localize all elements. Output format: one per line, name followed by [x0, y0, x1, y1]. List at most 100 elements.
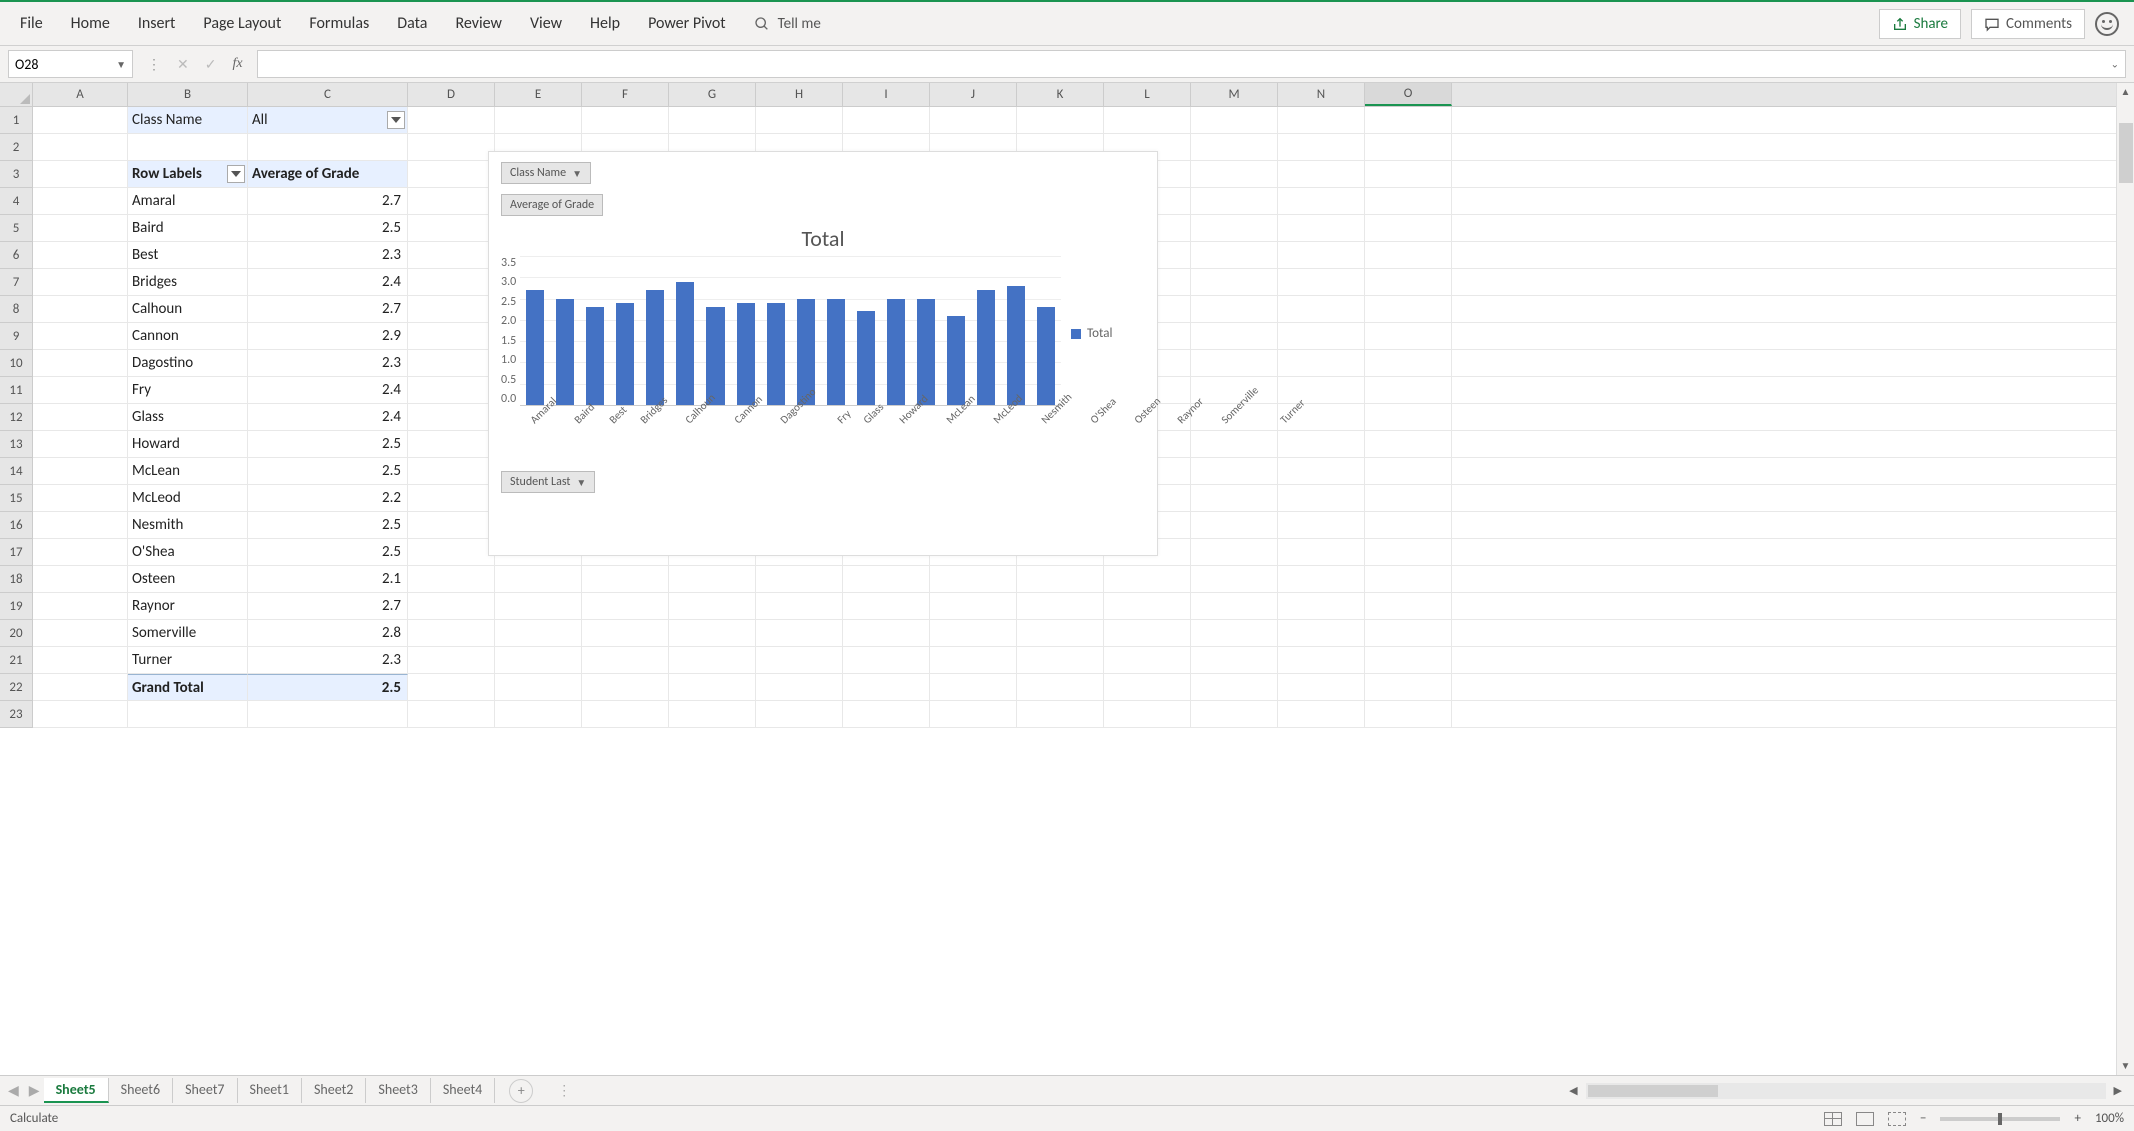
cell-A21[interactable]	[33, 647, 128, 673]
cell-B3[interactable]: Row Labels	[128, 161, 248, 187]
cell-D22[interactable]	[408, 674, 495, 700]
horizontal-scrollbar[interactable]: ◀ ▶	[1565, 1083, 2126, 1099]
cell-O20[interactable]	[1365, 620, 1452, 646]
cell-M13[interactable]	[1191, 431, 1278, 457]
cell-D2[interactable]	[408, 134, 495, 160]
row-header-20[interactable]: 20	[0, 620, 33, 647]
cell-A3[interactable]	[33, 161, 128, 187]
cell-F23[interactable]	[582, 701, 669, 727]
cell-H23[interactable]	[756, 701, 843, 727]
cell-O23[interactable]	[1365, 701, 1452, 727]
cell-M20[interactable]	[1191, 620, 1278, 646]
cell-C20[interactable]: 2.8	[248, 620, 408, 646]
sheet-nav-next-icon[interactable]: ▶	[29, 1082, 40, 1099]
ribbon-tab-formulas[interactable]: Formulas	[309, 14, 369, 33]
cell-A5[interactable]	[33, 215, 128, 241]
cell-O21[interactable]	[1365, 647, 1452, 673]
cell-M10[interactable]	[1191, 350, 1278, 376]
cell-G1[interactable]	[669, 107, 756, 133]
cell-B20[interactable]: Somerville	[128, 620, 248, 646]
cell-C19[interactable]: 2.7	[248, 593, 408, 619]
chart-bar-Calhoun[interactable]	[646, 290, 664, 405]
cell-O18[interactable]	[1365, 566, 1452, 592]
cell-D14[interactable]	[408, 458, 495, 484]
cell-I20[interactable]	[843, 620, 930, 646]
name-box[interactable]: O28 ▼	[8, 50, 133, 78]
cell-N5[interactable]	[1278, 215, 1365, 241]
cell-B18[interactable]: Osteen	[128, 566, 248, 592]
cell-O14[interactable]	[1365, 458, 1452, 484]
cell-I18[interactable]	[843, 566, 930, 592]
chart-bar-Somerville[interactable]	[1007, 286, 1025, 405]
comments-button[interactable]: Comments	[1971, 9, 2085, 39]
cell-B2[interactable]	[128, 134, 248, 160]
cell-D18[interactable]	[408, 566, 495, 592]
cell-B16[interactable]: Nesmith	[128, 512, 248, 538]
cell-D6[interactable]	[408, 242, 495, 268]
column-header-O[interactable]: O	[1365, 83, 1452, 106]
cell-N17[interactable]	[1278, 539, 1365, 565]
cell-C6[interactable]: 2.3	[248, 242, 408, 268]
ribbon-tab-file[interactable]: File	[20, 14, 43, 33]
cell-K18[interactable]	[1017, 566, 1104, 592]
cell-A6[interactable]	[33, 242, 128, 268]
sheet-tab-Sheet7[interactable]: Sheet7	[173, 1078, 237, 1103]
cell-C15[interactable]: 2.2	[248, 485, 408, 511]
cell-J18[interactable]	[930, 566, 1017, 592]
cell-C16[interactable]: 2.5	[248, 512, 408, 538]
column-header-N[interactable]: N	[1278, 83, 1365, 106]
cell-D19[interactable]	[408, 593, 495, 619]
chart-bar-Osteen[interactable]	[947, 316, 965, 405]
row-header-14[interactable]: 14	[0, 458, 33, 485]
cell-A8[interactable]	[33, 296, 128, 322]
column-header-C[interactable]: C	[248, 83, 408, 106]
cell-H1[interactable]	[756, 107, 843, 133]
cell-L19[interactable]	[1104, 593, 1191, 619]
scroll-thumb[interactable]	[1588, 1085, 1718, 1097]
cell-M22[interactable]	[1191, 674, 1278, 700]
cell-B21[interactable]: Turner	[128, 647, 248, 673]
sheet-tab-Sheet2[interactable]: Sheet2	[302, 1078, 366, 1103]
sheet-tab-Sheet3[interactable]: Sheet3	[366, 1078, 430, 1103]
select-all-button[interactable]	[0, 83, 33, 106]
cell-F19[interactable]	[582, 593, 669, 619]
row-header-1[interactable]: 1	[0, 107, 33, 134]
cell-M23[interactable]	[1191, 701, 1278, 727]
chart-value-field[interactable]: Average of Grade	[501, 194, 603, 216]
cell-N6[interactable]	[1278, 242, 1365, 268]
cell-C2[interactable]	[248, 134, 408, 160]
cell-C22[interactable]: 2.5	[248, 674, 408, 700]
cell-A7[interactable]	[33, 269, 128, 295]
chart-bar-Bridges[interactable]	[616, 303, 634, 405]
cell-O7[interactable]	[1365, 269, 1452, 295]
cell-C13[interactable]: 2.5	[248, 431, 408, 457]
cell-M1[interactable]	[1191, 107, 1278, 133]
row-header-21[interactable]: 21	[0, 647, 33, 674]
cell-A12[interactable]	[33, 404, 128, 430]
row-header-11[interactable]: 11	[0, 377, 33, 404]
cell-O19[interactable]	[1365, 593, 1452, 619]
cell-N10[interactable]	[1278, 350, 1365, 376]
cell-N15[interactable]	[1278, 485, 1365, 511]
cell-N7[interactable]	[1278, 269, 1365, 295]
cell-B6[interactable]: Best	[128, 242, 248, 268]
cell-M7[interactable]	[1191, 269, 1278, 295]
cell-I23[interactable]	[843, 701, 930, 727]
cell-H21[interactable]	[756, 647, 843, 673]
cell-D13[interactable]	[408, 431, 495, 457]
cell-B1[interactable]: Class Name	[128, 107, 248, 133]
cell-H18[interactable]	[756, 566, 843, 592]
zoom-level[interactable]: 100%	[2095, 1111, 2124, 1126]
cell-B8[interactable]: Calhoun	[128, 296, 248, 322]
cell-E22[interactable]	[495, 674, 582, 700]
cell-B4[interactable]: Amaral	[128, 188, 248, 214]
cell-O10[interactable]	[1365, 350, 1452, 376]
cell-D8[interactable]	[408, 296, 495, 322]
row-header-2[interactable]: 2	[0, 134, 33, 161]
tell-me-search[interactable]: Tell me	[754, 15, 821, 33]
row-header-15[interactable]: 15	[0, 485, 33, 512]
cell-D4[interactable]	[408, 188, 495, 214]
cell-K20[interactable]	[1017, 620, 1104, 646]
cell-A23[interactable]	[33, 701, 128, 727]
scroll-down-icon[interactable]: ▼	[2117, 1057, 2134, 1075]
